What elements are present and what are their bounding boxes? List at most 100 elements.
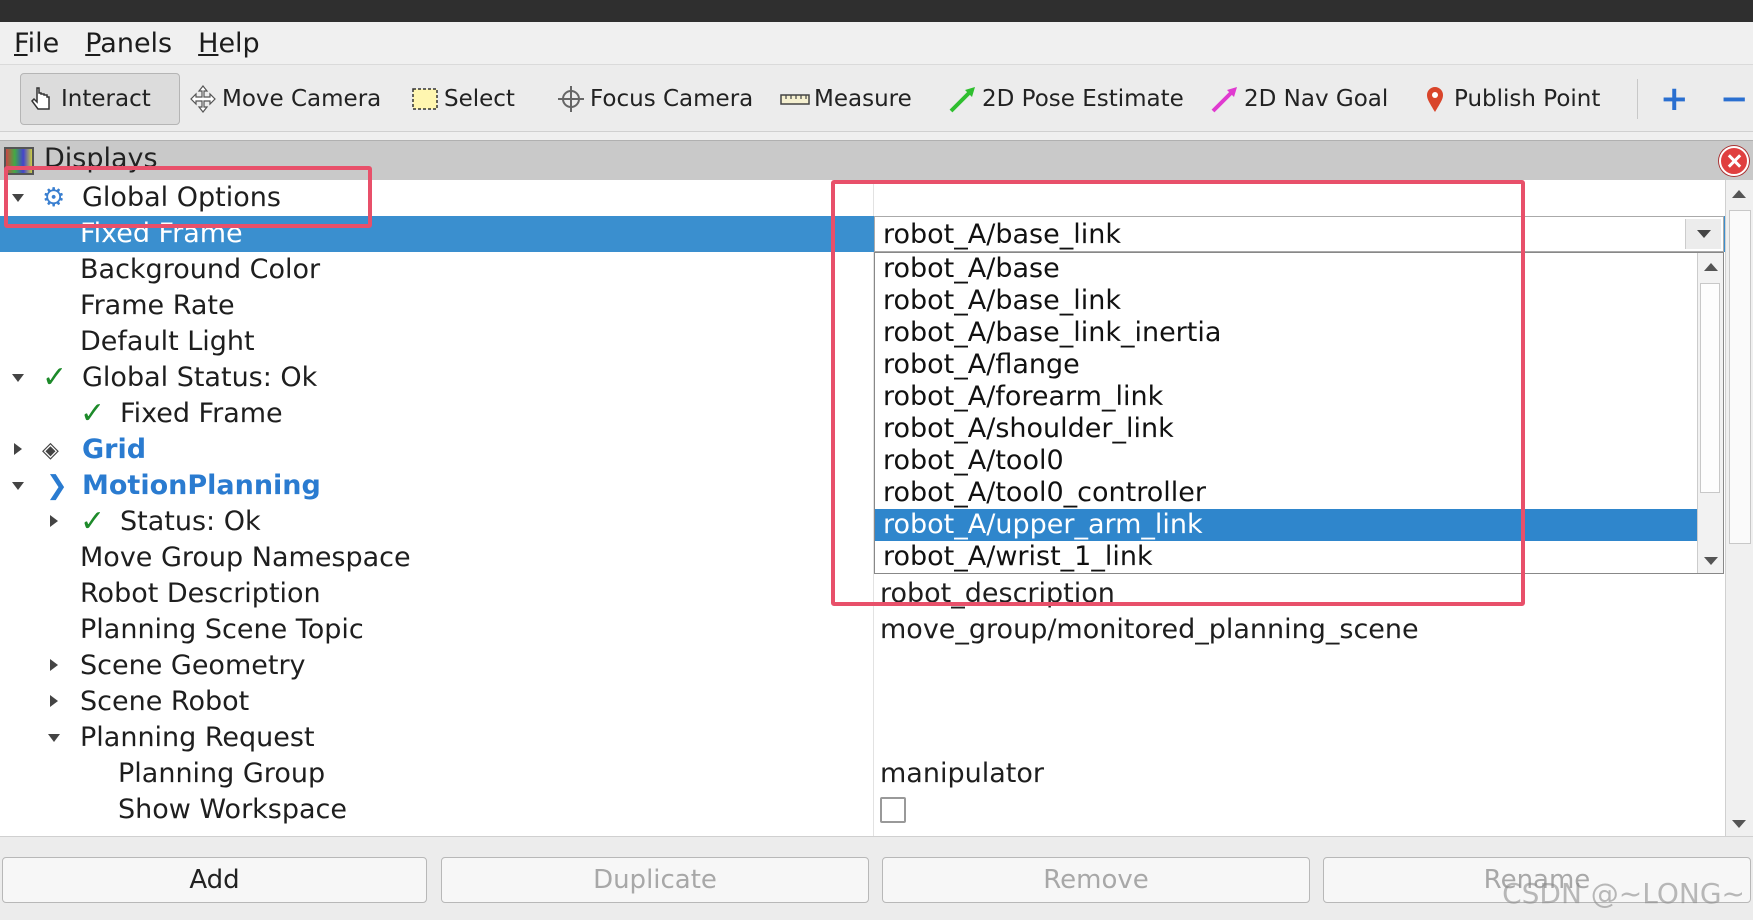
dropdown-option[interactable]: robot_A/tool0 xyxy=(875,445,1697,477)
toolbar-separator xyxy=(1637,79,1638,119)
expand-arrow-icon[interactable] xyxy=(12,374,24,382)
nav-goal-label: 2D Nav Goal xyxy=(1244,86,1389,112)
hand-pointer-icon xyxy=(31,87,50,110)
menu-file[interactable]: File xyxy=(14,28,59,59)
global-status-label: Global Status: Ok xyxy=(82,362,318,393)
motion-planning-icon: ❯ xyxy=(46,471,68,501)
publish-point-tool-button[interactable]: Publish Point xyxy=(1420,73,1600,125)
tree-row-planning-scene-topic[interactable]: Planning Scene Topic move_group/monitore… xyxy=(0,612,1725,648)
tool-bar: Interact Move Camera Select Focus Camera… xyxy=(0,64,1753,132)
add-button[interactable]: Add xyxy=(2,857,427,903)
planning-scene-topic-value[interactable]: move_group/monitored_planning_scene xyxy=(880,614,1419,645)
fixed-frame-label: Fixed Frame xyxy=(80,218,243,249)
tree-row-scene-geometry[interactable]: Scene Geometry xyxy=(0,648,1725,684)
plus-icon: + xyxy=(1660,79,1689,119)
status-fixed-frame-label: Fixed Frame xyxy=(120,398,283,429)
menu-bar: File Panels Help xyxy=(0,22,1753,64)
collapse-arrow-icon[interactable] xyxy=(50,515,58,527)
scroll-down-icon[interactable] xyxy=(1726,810,1753,836)
default-light-label: Default Light xyxy=(80,326,255,357)
tree-row-robot-description[interactable]: Robot Description robot_description xyxy=(0,576,1725,612)
close-icon[interactable] xyxy=(1719,146,1749,176)
fixed-frame-dropdown-list: robot_A/base robot_A/base_link robot_A/b… xyxy=(874,252,1724,574)
remove-tool-button[interactable]: − xyxy=(1720,73,1749,125)
background-color-label: Background Color xyxy=(80,254,321,285)
tree-row-global-options[interactable]: ⚙ Global Options xyxy=(0,180,1725,216)
rviz-window: { "menu": [ {"label_u": "F", "label_rest… xyxy=(0,0,1753,920)
dropdown-option[interactable]: robot_A/base xyxy=(875,253,1697,285)
dropdown-option[interactable]: robot_A/forearm_link xyxy=(875,381,1697,413)
minus-icon: − xyxy=(1720,79,1749,119)
expand-arrow-icon[interactable] xyxy=(48,734,60,742)
dropdown-option[interactable]: robot_A/shoulder_link xyxy=(875,413,1697,445)
menu-panels[interactable]: Panels xyxy=(85,28,172,59)
dropdown-option[interactable]: robot_A/base_link_inertia xyxy=(875,317,1697,349)
tree-scrollbar[interactable] xyxy=(1725,180,1753,836)
interact-label: Interact xyxy=(61,86,151,112)
publish-point-label: Publish Point xyxy=(1454,86,1601,112)
remove-button[interactable]: Remove xyxy=(882,857,1310,903)
displays-panel-header: Displays xyxy=(0,140,1753,180)
global-options-label: Global Options xyxy=(82,182,281,213)
checkmark-icon: ✓ xyxy=(42,360,68,395)
tree-row-planning-request[interactable]: Planning Request xyxy=(0,720,1725,756)
fixed-frame-combobox[interactable]: robot_A/base_link xyxy=(874,216,1724,252)
move-camera-tool-button[interactable]: Move Camera xyxy=(188,73,381,125)
interact-tool-button[interactable]: Interact xyxy=(20,73,180,125)
collapse-arrow-icon[interactable] xyxy=(50,695,58,707)
tree-row-planning-group[interactable]: Planning Group manipulator xyxy=(0,756,1725,792)
dropdown-option[interactable]: robot_A/flange xyxy=(875,349,1697,381)
pose-estimate-tool-button[interactable]: 2D Pose Estimate xyxy=(948,73,1184,125)
focus-camera-label: Focus Camera xyxy=(590,86,754,112)
dropdown-option[interactable]: robot_A/base_link xyxy=(875,285,1697,317)
grid-icon: ◈ xyxy=(42,438,59,463)
gear-icon: ⚙ xyxy=(42,183,66,213)
select-tool-button[interactable]: Select xyxy=(410,73,515,125)
tree-row-show-workspace[interactable]: Show Workspace xyxy=(0,792,1725,828)
frame-rate-label: Frame Rate xyxy=(80,290,235,321)
robot-description-value[interactable]: robot_description xyxy=(880,578,1115,609)
dropdown-scrollbar[interactable] xyxy=(1697,253,1723,573)
scene-robot-label: Scene Robot xyxy=(80,686,250,717)
scroll-up-icon[interactable] xyxy=(1726,180,1753,206)
add-tool-button[interactable]: + xyxy=(1660,73,1689,125)
chevron-down-icon[interactable] xyxy=(1685,219,1721,249)
menu-help[interactable]: Help xyxy=(198,28,260,59)
motion-planning-label: MotionPlanning xyxy=(82,470,321,501)
collapse-arrow-icon[interactable] xyxy=(14,443,22,455)
collapse-arrow-icon[interactable] xyxy=(50,659,58,671)
map-pin-icon xyxy=(1427,87,1443,112)
select-label: Select xyxy=(444,86,515,112)
expand-arrow-icon[interactable] xyxy=(12,482,24,490)
tree-row-scene-robot[interactable]: Scene Robot xyxy=(0,684,1725,720)
planning-scene-topic-label: Planning Scene Topic xyxy=(80,614,364,645)
dropdown-option[interactable]: robot_A/wrist_1_link xyxy=(875,541,1697,573)
expand-arrow-icon[interactable] xyxy=(12,194,24,202)
dropdown-option-highlighted[interactable]: robot_A/upper_arm_link xyxy=(875,509,1697,541)
scroll-up-icon[interactable] xyxy=(1698,253,1723,279)
scene-geometry-label: Scene Geometry xyxy=(80,650,306,681)
pose-estimate-label: 2D Pose Estimate xyxy=(982,86,1184,112)
scroll-down-icon[interactable] xyxy=(1698,547,1723,573)
focus-camera-tool-button[interactable]: Focus Camera xyxy=(556,73,753,125)
planning-group-value[interactable]: manipulator xyxy=(880,758,1044,789)
measure-tool-button[interactable]: Measure xyxy=(780,73,912,125)
checkmark-icon: ✓ xyxy=(80,396,106,431)
tree-scroll-thumb[interactable] xyxy=(1729,210,1751,544)
displays-panel-icon xyxy=(4,147,34,175)
nav-goal-tool-button[interactable]: 2D Nav Goal xyxy=(1210,73,1388,125)
ruler-icon xyxy=(780,94,810,105)
move-group-namespace-label: Move Group Namespace xyxy=(80,542,411,573)
show-workspace-checkbox[interactable] xyxy=(880,797,906,823)
dropdown-option[interactable]: robot_A/tool0_controller xyxy=(875,477,1697,509)
duplicate-button[interactable]: Duplicate xyxy=(441,857,869,903)
robot-description-label: Robot Description xyxy=(80,578,321,609)
measure-label: Measure xyxy=(814,86,912,112)
move-arrows-icon xyxy=(190,85,216,113)
fixed-frame-value: robot_A/base_link xyxy=(883,219,1121,250)
window-titlebar xyxy=(0,0,1753,22)
dropdown-scroll-thumb[interactable] xyxy=(1700,283,1720,493)
crosshair-icon xyxy=(558,86,584,112)
green-arrow-icon xyxy=(949,87,975,113)
displays-button-bar: Add Duplicate Remove Rename CSDN @~LONG~ xyxy=(0,836,1753,920)
